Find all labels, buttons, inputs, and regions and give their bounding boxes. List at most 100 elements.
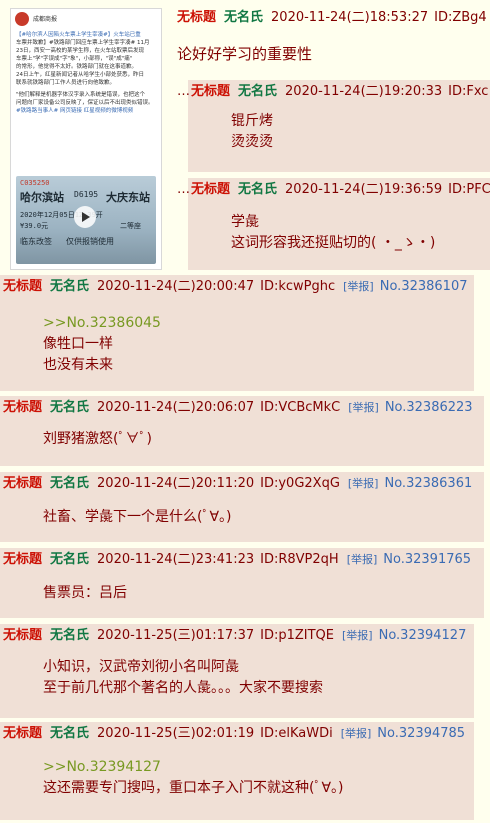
report-link[interactable]: [举报] (347, 553, 378, 566)
thumbnail-text-line: "他们解释是机器字体汉字录入系统是错误，也把这个 (16, 92, 146, 98)
post-title: 无标题 (3, 726, 43, 741)
report-link[interactable]: [举报] (341, 727, 372, 740)
ticket-from: 哈尔滨站 (20, 191, 64, 204)
reply-line: 像牲口一样 (43, 336, 113, 352)
thumbnail-text-line: 23日，西安一高校的某学生称，在火车站取票后发现 (16, 48, 145, 54)
post-title: 无标题 (3, 552, 43, 567)
reply-marker: … (177, 84, 190, 99)
thumbnail-text-line: 问题向厂家设备公司反映了，保证以后不出现类似错误。 (16, 100, 154, 106)
poster-name: 无名氏 (238, 84, 278, 99)
reply-post: 无标题 无名氏 2020-11-25(三)01:17:37 ID:p1ZITQE [举报… (0, 624, 474, 718)
op-image-thumbnail[interactable]: 成都商报 【#哈尔滨人因陷火车票上学生宰凑#】火车站已重 车票并致歉】#铁路部门… (10, 8, 162, 270)
poster-id: ID:PFC (448, 182, 490, 197)
poster-name: 无名氏 (50, 628, 90, 643)
poster-id: ID:y0G2XqG (260, 476, 340, 491)
play-icon[interactable] (74, 206, 96, 228)
reply-content: 刘野猪激怒(ﾟ∀ﾟ) (43, 429, 484, 450)
poster-name: 无名氏 (50, 400, 90, 415)
reply-marker: … (177, 182, 190, 197)
poster-name: 无名氏 (50, 726, 90, 741)
reply-header: 无标题 无名氏 2020-11-24(二)19:20:33 ID:Fxc (191, 83, 490, 101)
reply-line: 锟斤烤 (231, 113, 273, 129)
post-title: 无标题 (3, 279, 43, 294)
post-number-link[interactable]: No.32391765 (383, 552, 471, 567)
reply-line: 这还需要专门搜吗，重口本子入门不就这种(ﾟ∀。) (43, 780, 344, 796)
reply-header: 无标题 无名氏 2020-11-25(三)02:01:19 ID:elKaWDi [举报… (3, 725, 474, 743)
thumbnail-text-line: 的常形，他觉得不太好。铁路部门就在这事道歉。 (16, 64, 138, 70)
post-title: 无标题 (3, 400, 43, 415)
poster-name: 无名氏 (50, 552, 90, 567)
poster-name: 无名氏 (50, 279, 90, 294)
reply-content: 社畜、学彘下一个是什么(ﾟ∀。) (43, 507, 484, 528)
op-post: 无标题 无名氏 2020-11-24(二)18:53:27 ID:ZBg4 论好好学习… (177, 9, 487, 65)
reply-post: 无标题 无名氏 2020-11-24(二)20:00:47 ID:kcwPghc [举报… (0, 275, 474, 391)
post-title: 无标题 (191, 84, 231, 99)
thumbnail-text-line: 24日上午，红星新闻记者从哈学生小部处获悉，昨日 (16, 72, 145, 78)
thumbnail-text-line: 【#哈尔滨人因陷火车票上学生宰凑#】火车站已重 (16, 32, 141, 38)
op-content: 论好好学习的重要性 (177, 45, 313, 63)
poster-id: ID:Fxc (448, 84, 489, 99)
post-title: 无标题 (3, 628, 43, 643)
ticket-price: ¥39.0元 (20, 222, 49, 230)
poster-name: 无名氏 (224, 10, 264, 25)
post-time: 2020-11-25(三)02:01:19 (97, 726, 255, 741)
train-ticket-image: C035250 哈尔滨站 D6195 大庆东站 2020年12月05日12:39… (16, 176, 156, 264)
thumbnail-text-line: 联系就铁路部门工作人员进行向他致歉。 (16, 80, 116, 86)
poster-name: 无名氏 (50, 476, 90, 491)
report-link[interactable]: [举报] (348, 401, 379, 414)
reply-post: 无标题 无名氏 2020-11-25(三)02:01:19 ID:elKaWDi [举报… (0, 722, 474, 820)
post-title: 无标题 (191, 182, 231, 197)
reply-line: 学彘 (231, 214, 259, 230)
reply-line: 售票员：吕后 (43, 585, 127, 601)
reply-header: 无标题 无名氏 2020-11-24(二)20:00:47 ID:kcwPghc [举报… (3, 278, 474, 296)
post-number-link[interactable]: No.32394127 (379, 628, 467, 643)
reply-line: 这词形容我还挺贴切的( ・_ゝ・) (231, 235, 436, 251)
reply-header: 无标题 无名氏 2020-11-24(二)20:11:20 ID:y0G2XqG [举报… (3, 475, 484, 493)
post-title: 无标题 (3, 476, 43, 491)
reply-line: 小知识，汉武帝刘彻小名叫阿彘 (43, 659, 239, 675)
post-time: 2020-11-24(二)20:06:07 (97, 400, 255, 415)
post-number-link[interactable]: No.32386223 (385, 400, 473, 415)
report-link[interactable]: [举报] (342, 629, 373, 642)
poster-name: 无名氏 (238, 182, 278, 197)
reply-post: 无标题 无名氏 2020-11-24(二)20:06:07 ID:VCBcMkC [举报… (0, 396, 484, 466)
poster-id: ID:kcwPghc (260, 279, 336, 294)
reply-header: 无标题 无名氏 2020-11-24(二)19:36:59 ID:PFC (191, 181, 490, 199)
report-link[interactable]: [举报] (348, 477, 379, 490)
post-time: 2020-11-25(三)01:17:37 (97, 628, 255, 643)
post-time: 2020-11-24(二)18:53:27 (271, 10, 429, 25)
report-link[interactable]: [举报] (343, 280, 374, 293)
ticket-to: 大庆东站 (106, 191, 150, 204)
quote-link[interactable]: >>No.32386045 (43, 313, 474, 334)
post-number-link[interactable]: No.32386361 (384, 476, 472, 491)
reply-content: 学彘 这词形容我还挺贴切的( ・_ゝ・) (231, 212, 490, 254)
ticket-train: D6195 (74, 190, 99, 199)
reply-post: 无标题 无名氏 2020-11-24(二)23:41:23 ID:R8VP2qH [举报… (0, 548, 484, 618)
post-time: 2020-11-24(二)19:20:33 (285, 84, 443, 99)
reply-content: >>No.32394127 这还需要专门搜吗，重口本子入门不就这种(ﾟ∀。) (43, 757, 474, 799)
thumbnail-text: 【#哈尔滨人因陷火车票上学生宰凑#】火车站已重 车票并致歉】#铁路部门回应车票上… (11, 29, 161, 117)
post-time: 2020-11-24(二)20:11:20 (97, 476, 255, 491)
avatar (15, 12, 29, 26)
ticket-reason: 临东改签 (20, 237, 52, 246)
post-number-link[interactable]: No.32394785 (377, 726, 465, 741)
reply-content: 锟斤烤 烫烫烫 (231, 111, 490, 153)
quote-link[interactable]: >>No.32394127 (43, 757, 474, 778)
post-number-link[interactable]: No.32386107 (380, 279, 468, 294)
op-header: 无标题 无名氏 2020-11-24(二)18:53:27 ID:ZBg4 (177, 9, 487, 27)
reply-header: 无标题 无名氏 2020-11-24(二)23:41:23 ID:R8VP2qH [举报… (3, 551, 484, 569)
reply-line: 刘野猪激怒(ﾟ∀ﾟ) (43, 431, 152, 447)
poster-id: ID:ZBg4 (434, 10, 487, 25)
poster-id: ID:p1ZITQE (260, 628, 334, 643)
reply-line: 烫烫烫 (231, 134, 273, 150)
thumbnail-source: 成都商报 (33, 15, 58, 23)
post-time: 2020-11-24(二)20:00:47 (97, 279, 255, 294)
reply-content: >>No.32386045 像牲口一样 也没有未来 (43, 313, 474, 376)
thumbnail-header: 成都商报 (11, 9, 161, 29)
thumbnail-text-line: 车票上"学"字误成"字"象"，小部称，"误"成"痛" (16, 56, 133, 62)
thumbnail-text-line: #铁路路当事人# 网页链接 红星视频的微博视频 (16, 108, 134, 114)
reply-header: 无标题 无名氏 2020-11-24(二)20:06:07 ID:VCBcMkC [举报… (3, 399, 484, 417)
ticket-seat: 二等座 (120, 222, 141, 230)
poster-id: ID:R8VP2qH (260, 552, 339, 567)
reply-header: 无标题 无名氏 2020-11-25(三)01:17:37 ID:p1ZITQE [举报… (3, 627, 474, 645)
